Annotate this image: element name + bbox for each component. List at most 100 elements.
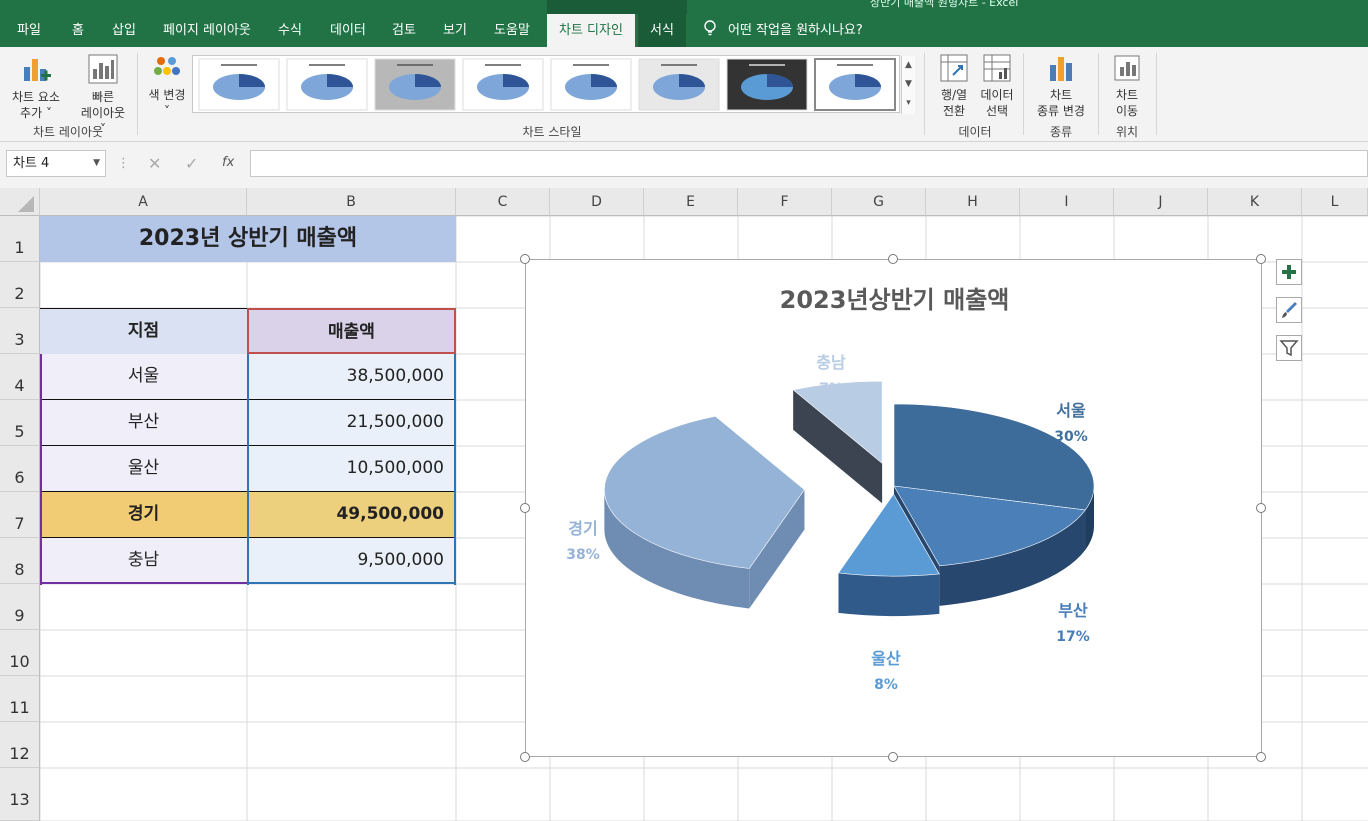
row-header-12[interactable]: 12 <box>0 722 40 768</box>
tab-review[interactable]: 검토 <box>392 14 416 47</box>
select-data-icon <box>983 54 1011 82</box>
cell-branch-3[interactable]: 울산 <box>40 446 247 492</box>
tab-insert[interactable]: 삽입 <box>112 14 136 47</box>
select-data-button[interactable]: 데이터 선택 <box>976 53 1018 119</box>
column-header-A[interactable]: A <box>40 188 247 216</box>
cell-branch-4[interactable]: 경기 <box>40 492 247 538</box>
column-header-E[interactable]: E <box>644 188 738 216</box>
column-header-K[interactable]: K <box>1208 188 1302 216</box>
chevron-down-icon[interactable]: ▼ <box>93 151 100 176</box>
tab-data[interactable]: 데이터 <box>330 14 366 47</box>
resize-handle-sw[interactable] <box>520 752 530 762</box>
chart-elements-plus-icon[interactable] <box>1276 259 1302 285</box>
gallery-scroll-down-icon[interactable]: ▼ <box>902 75 915 94</box>
context-tab-group <box>547 0 687 14</box>
row-header-10[interactable]: 10 <box>0 630 40 676</box>
tab-page-layout[interactable]: 페이지 레이아웃 <box>163 14 251 47</box>
data-label-busan[interactable]: 부산 17% <box>1038 598 1108 650</box>
column-header-F[interactable]: F <box>738 188 832 216</box>
chart-type-icon <box>1050 57 1072 81</box>
gallery-scroll-up-icon[interactable]: ▲ <box>902 56 915 75</box>
switch-label-1: 행/열 <box>940 88 968 102</box>
data-label-chungnam[interactable]: 충남 7% <box>796 350 866 402</box>
row-header-11[interactable]: 11 <box>0 676 40 722</box>
change-colors-label: 색 변경 <box>148 88 186 102</box>
row-header-3[interactable]: 3 <box>0 308 40 354</box>
chart-styles-gallery: ▲ ▼ ▾ <box>192 55 915 114</box>
header-sales[interactable]: 매출액 <box>247 308 456 354</box>
tab-format[interactable]: 서식 <box>638 14 686 47</box>
row-header-6[interactable]: 6 <box>0 446 40 492</box>
resize-handle-nw[interactable] <box>520 254 530 264</box>
insert-function-icon[interactable]: fx <box>222 155 234 170</box>
resize-handle-s[interactable] <box>888 752 898 762</box>
label-gyeonggi-pct: 38% <box>566 547 600 563</box>
label-seoul-pct: 30% <box>1054 429 1088 445</box>
row-header-1[interactable]: 1 <box>0 216 40 262</box>
tab-view[interactable]: 보기 <box>443 14 467 47</box>
row-header-5[interactable]: 5 <box>0 400 40 446</box>
sheet-title[interactable]: 2023년 상반기 매출액 <box>40 216 456 262</box>
cell-sales-5[interactable]: 9,500,000 <box>247 538 456 584</box>
move-chart-button[interactable]: 차트 이동 <box>1106 53 1148 119</box>
row-header-7[interactable]: 7 <box>0 492 40 538</box>
column-header-I[interactable]: I <box>1020 188 1114 216</box>
switch-row-column-button[interactable]: 행/열 전환 <box>932 53 976 119</box>
column-header-D[interactable]: D <box>550 188 644 216</box>
tab-file[interactable]: 파일 <box>17 14 41 47</box>
cell-branch-1[interactable]: 서울 <box>40 354 247 400</box>
column-header-B[interactable]: B <box>247 188 456 216</box>
chart-filter-icon[interactable] <box>1276 335 1302 361</box>
label-ulsan-pct: 8% <box>874 677 898 693</box>
tab-formulas[interactable]: 수식 <box>278 14 302 47</box>
cell-branch-5[interactable]: 충남 <box>40 538 247 584</box>
cell-sales-2[interactable]: 21,500,000 <box>247 400 456 446</box>
add-chart-element-button[interactable]: 차트 요소 추가 ˅ <box>6 55 66 121</box>
ribbon: 차트 요소 추가 ˅ 빠른 레이아웃 ˅ 차트 레이아웃 색 변경 ˅ ▲ ▼ … <box>0 47 1368 142</box>
select-all-corner[interactable] <box>0 188 40 216</box>
tab-home[interactable]: 홈 <box>72 14 84 47</box>
select-data-label-1: 데이터 <box>980 88 1014 102</box>
header-branch[interactable]: 지점 <box>40 308 247 354</box>
group-label-chart-styles: 차트 스타일 <box>522 125 582 139</box>
change-chart-type-button[interactable]: 차트 종류 변경 <box>1030 53 1092 119</box>
move-chart-icon <box>1114 55 1140 81</box>
tab-help[interactable]: 도움말 <box>494 14 530 47</box>
resize-handle-se[interactable] <box>1256 752 1266 762</box>
check-icon[interactable]: ✓ <box>185 154 198 173</box>
column-header-G[interactable]: G <box>832 188 926 216</box>
column-header-H[interactable]: H <box>926 188 1020 216</box>
cell-branch-2[interactable]: 부산 <box>40 400 247 446</box>
row-header-9[interactable]: 9 <box>0 584 40 630</box>
tell-me-search[interactable]: 어떤 작업을 원하시나요? <box>728 14 863 47</box>
data-label-gyeonggi[interactable]: 경기 38% <box>548 516 618 568</box>
chart-styles-brush-icon[interactable] <box>1276 297 1302 323</box>
resize-handle-w[interactable] <box>520 503 530 513</box>
data-label-ulsan[interactable]: 울산 8% <box>851 646 921 698</box>
cell-sales-4[interactable]: 49,500,000 <box>247 492 456 538</box>
resize-handle-e[interactable] <box>1256 503 1266 513</box>
group-separator <box>1156 53 1157 135</box>
resize-handle-ne[interactable] <box>1256 254 1266 264</box>
column-header-J[interactable]: J <box>1114 188 1208 216</box>
chart-type-label-1: 차트 <box>1049 88 1073 102</box>
cell-sales-3[interactable]: 10,500,000 <box>247 446 456 492</box>
cancel-icon[interactable]: ✕ <box>148 154 161 173</box>
resize-handle-n[interactable] <box>888 254 898 264</box>
add-element-icon <box>24 59 51 81</box>
quick-layout-icon <box>88 54 118 84</box>
data-label-seoul[interactable]: 서울 30% <box>1036 398 1106 450</box>
row-header-13[interactable]: 13 <box>0 768 40 821</box>
change-colors-button[interactable]: 색 변경 ˅ <box>144 55 190 119</box>
column-header-L[interactable]: L <box>1302 188 1368 216</box>
name-box[interactable]: 차트 4 ▼ <box>6 150 106 177</box>
gallery-more-icon[interactable]: ▾ <box>902 94 915 113</box>
column-header-C[interactable]: C <box>456 188 550 216</box>
formula-input[interactable] <box>250 150 1368 177</box>
cell-sales-1[interactable]: 38,500,000 <box>247 354 456 400</box>
tab-chart-design[interactable]: 차트 디자인 <box>547 14 635 47</box>
row-header-8[interactable]: 8 <box>0 538 40 584</box>
row-header-2[interactable]: 2 <box>0 262 40 308</box>
row-header-4[interactable]: 4 <box>0 354 40 400</box>
pie-chart[interactable]: 2023년상반기 매출액 서울 30% 부산 17% 울산 8% 경기 38% 충남 7% <box>525 259 1262 757</box>
